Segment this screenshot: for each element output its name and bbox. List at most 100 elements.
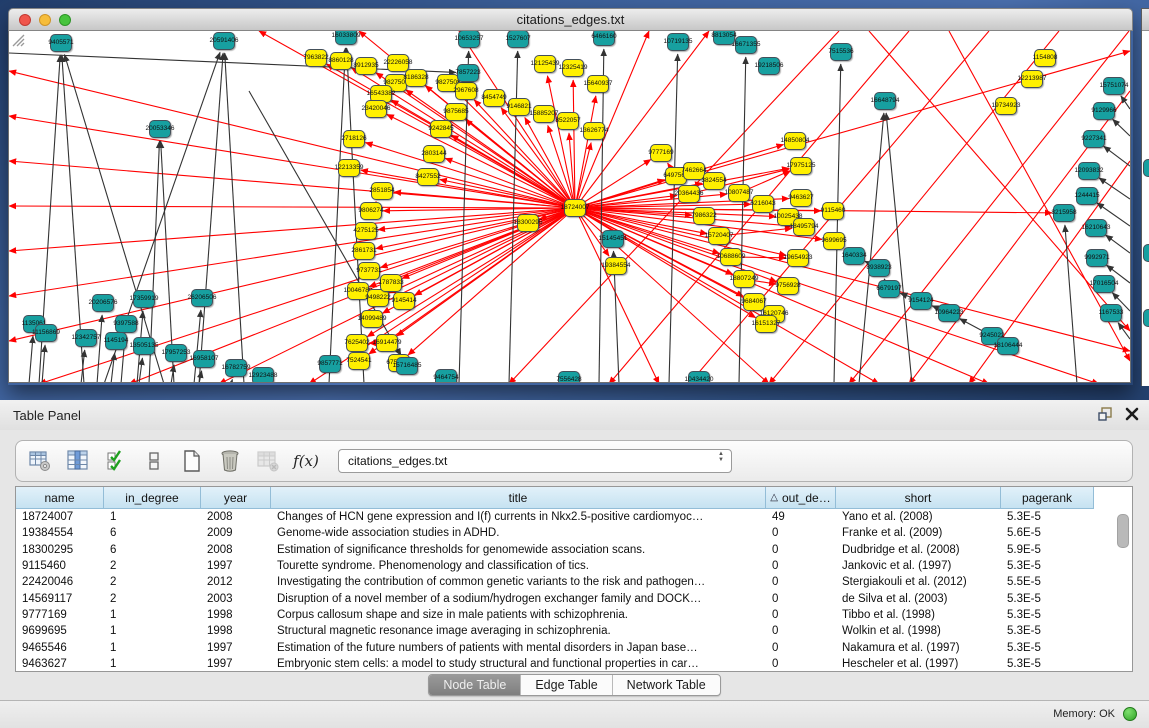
graph-node[interactable]: 15640937 [587,75,609,93]
graph-edge[interactable] [1118,323,1130,339]
graph-node[interactable]: 12093832 [1078,162,1100,180]
cell-pagerank[interactable]: 5.3E-5 [1001,609,1094,621]
graph-node[interactable]: 7556428 [558,371,580,383]
graph-node[interactable]: 20053346 [149,120,171,138]
column-header-out_degree[interactable]: △out_de… [766,487,836,509]
cell-short[interactable]: Jankovic et al. (1997) [836,560,1001,572]
graph-node[interactable]: 15885207 [533,105,555,123]
cell-in_degree[interactable]: 1 [104,609,201,621]
cell-pagerank[interactable]: 5.3E-5 [1001,642,1094,654]
cell-title[interactable]: Corpus callosum shape and size in male p… [271,609,766,621]
graph-node[interactable]: 17957253 [165,344,187,362]
graph-node[interactable]: 7524541 [348,352,370,370]
delete-column-icon[interactable] [218,449,242,473]
graph-node[interactable]: 10719135 [667,33,689,51]
graph-node[interactable]: 19384554 [605,257,627,275]
graph-node[interactable]: 10807487 [728,184,750,202]
graph-node[interactable]: 19654923 [787,249,809,267]
graph-node[interactable]: 13505135 [133,337,155,355]
cell-name[interactable]: 18300295 [16,544,104,556]
graph-node[interactable]: 7857223 [457,64,479,82]
cell-in_degree[interactable]: 1 [104,511,201,523]
graph-node[interactable]: 7986322 [693,207,715,225]
graph-node[interactable]: 6679197 [878,280,900,298]
graph-node[interactable]: 20206576 [92,294,114,312]
graph-edge[interactable] [231,379,232,382]
graph-node[interactable]: 23420046 [365,100,387,118]
graph-node[interactable]: 12342757 [75,329,97,347]
graph-node[interactable]: 16914479 [376,334,398,352]
cell-short[interactable]: Stergiakouli et al. (2012) [836,576,1001,588]
graph-node[interactable]: 14850804 [784,132,806,150]
cell-name[interactable]: 18724007 [16,511,104,523]
graph-node[interactable]: 16210643 [1085,219,1107,237]
cell-name[interactable]: 9699695 [16,625,104,637]
graph-node[interactable]: 10653257 [458,31,480,48]
cell-in_degree[interactable]: 6 [104,544,201,556]
cell-name[interactable]: 9463627 [16,658,104,670]
cell-year[interactable]: 2012 [201,576,271,588]
table-panel-header[interactable]: Table Panel [0,400,1149,430]
cell-short[interactable]: Wolkin et al. (1998) [836,625,1001,637]
graph-edge[interactable] [1065,225,1077,382]
cell-pagerank[interactable]: 5.3E-5 [1001,511,1094,523]
table-row[interactable]: 946554611997Estimation of the future num… [16,639,1132,655]
graph-node[interactable]: 18300295 [517,214,539,232]
column-header-name[interactable]: name [16,487,104,509]
graph-node[interactable]: 8186328 [405,69,427,87]
graph-node[interactable]: 17016504 [1093,275,1115,293]
cell-short[interactable]: Hescheler et al. (1997) [836,658,1001,670]
network-window[interactable]: citations_edges.txt 18724007796382288601… [8,8,1133,385]
graph-edge[interactable] [39,208,575,382]
graph-node[interactable]: 9684067 [743,293,765,311]
graph-node[interactable]: 8215958 [1053,204,1075,222]
cell-year[interactable]: 2008 [201,511,271,523]
graph-node[interactable]: 16958107 [193,350,215,368]
cell-short[interactable]: Nakamura et al. (1997) [836,642,1001,654]
graph-node[interactable]: 9146821 [508,98,530,116]
graph-edge[interactable] [739,57,746,382]
graph-node[interactable]: 15720407 [708,227,730,245]
graph-node[interactable]: 12213987 [1021,70,1043,88]
delete-table-icon[interactable] [256,449,280,473]
cell-out_degree[interactable]: 0 [766,642,836,654]
column-header-year[interactable]: year [201,487,271,509]
graph-edge[interactable] [9,116,575,208]
cell-short[interactable]: Yano et al. (2008) [836,511,1001,523]
graph-edge[interactable] [9,206,575,208]
cell-year[interactable]: 1997 [201,658,271,670]
column-header-pagerank[interactable]: pagerank [1001,487,1094,509]
graph-node[interactable]: 19218506 [758,57,780,75]
graph-node[interactable]: 16151327 [755,315,777,333]
cell-short[interactable]: Dudbridge et al. (2008) [836,544,1001,556]
graph-node[interactable]: 8522057 [557,112,579,130]
graph-node[interactable]: 2803144 [423,145,445,163]
graph-node[interactable]: 9397588 [115,315,137,333]
graph-node[interactable]: 8860128 [330,52,352,70]
graph-node[interactable]: 17975125 [790,157,812,175]
cell-title[interactable]: Investigating the contribution of common… [271,576,766,588]
graph-node[interactable]: 13626774 [583,122,605,140]
table-selector-dropdown[interactable]: citations_edges.txt ▲▼ [338,449,732,473]
cell-year[interactable]: 1997 [201,560,271,572]
graph-node[interactable]: 9992971 [1086,249,1108,267]
graph-edge[interactable] [9,208,575,251]
graph-edge[interactable] [769,31,1059,382]
graph-node[interactable]: 19734923 [995,97,1017,115]
column-header-title[interactable]: title [271,487,766,509]
graph-node[interactable]: 9464754 [435,369,457,383]
cell-year[interactable]: 2009 [201,527,271,539]
network-window-titlebar[interactable]: citations_edges.txt [8,8,1133,31]
cell-pagerank[interactable]: 5.3E-5 [1001,593,1094,605]
graph-node[interactable]: 9129966 [1093,102,1115,120]
graph-edge[interactable] [225,53,244,382]
graph-node[interactable]: 12125439 [534,55,556,73]
cell-in_degree[interactable]: 6 [104,527,201,539]
graph-node[interactable]: 18724007 [564,199,586,217]
graph-node[interactable]: 16671355 [735,36,757,54]
cell-out_degree[interactable]: 0 [766,593,836,605]
table-row[interactable]: 977716911998Corpus callosum shape and si… [16,607,1132,623]
graph-node[interactable]: 10434420 [688,371,710,383]
cell-in_degree[interactable]: 2 [104,576,201,588]
close-panel-icon[interactable] [1125,407,1139,421]
